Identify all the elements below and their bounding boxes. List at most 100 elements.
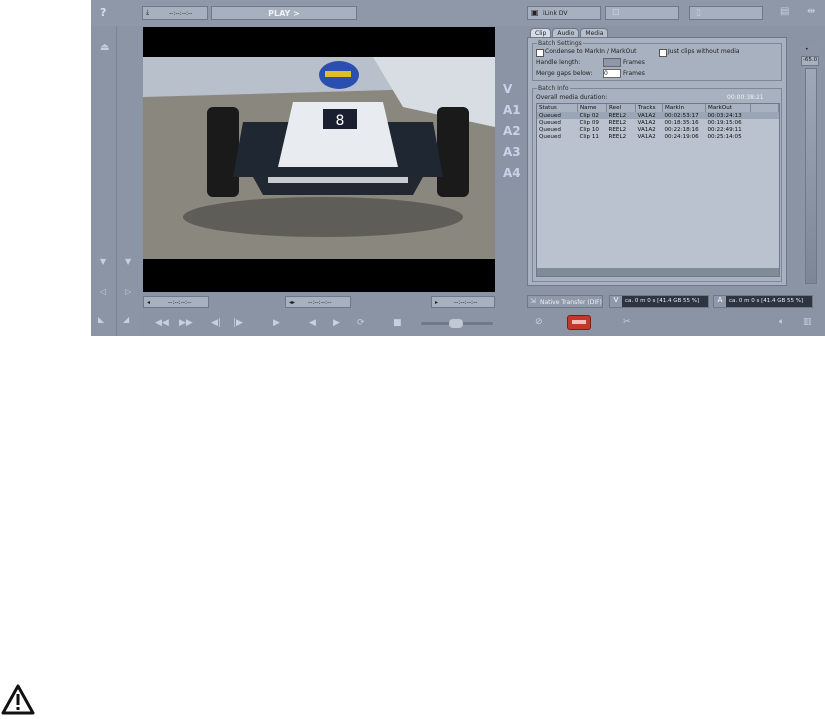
stop-icon[interactable]: ■: [393, 319, 402, 328]
camera-icon: ⊡: [612, 8, 620, 18]
duration-label: Overall media duration:: [536, 94, 608, 101]
timecode-start-value: --:--:--:--: [168, 299, 192, 306]
track-a1[interactable]: A1: [503, 103, 525, 124]
tape-icon: ▯: [696, 8, 701, 18]
track-a2[interactable]: A2: [503, 124, 525, 145]
play-icon[interactable]: ▶: [273, 319, 280, 328]
meter-level-readout: -65.0: [801, 56, 819, 66]
timecode-end-value: --:--:--:--: [454, 299, 478, 306]
merge-gaps-label: Merge gaps below:: [536, 70, 593, 77]
column-status[interactable]: Status: [537, 104, 578, 112]
capture-window: ? ⤓ --:--:--:-- PLAY > ▣ iLink DV ⊡ ▯ ▤ …: [91, 0, 825, 336]
column-markout[interactable]: MarkOut: [705, 104, 751, 112]
video-preview: 8: [143, 27, 495, 292]
loop-icon[interactable]: ⟳: [357, 319, 365, 328]
mark-out-icon[interactable]: ◢: [123, 316, 129, 324]
timecode-mid-value: --:--:--:--: [308, 299, 332, 306]
record-button[interactable]: [567, 315, 591, 330]
down-arrow-icon[interactable]: ▼: [125, 258, 131, 266]
cell-reel: REEL2: [608, 126, 627, 133]
transfer-mode-label: Native Transfer (DIF): [540, 299, 602, 306]
eject-icon[interactable]: ⏏: [100, 43, 109, 53]
video-space-info: ca. 0 m 0 s [41.4 GB 55 %]: [625, 298, 700, 304]
rewind-icon[interactable]: ◀◀: [155, 319, 169, 328]
timecode-mid-field[interactable]: ◂▸ --:--:--:--: [285, 296, 351, 308]
timecode-in-field[interactable]: ⤓ --:--:--:--: [142, 6, 208, 20]
settings-arrows-icon[interactable]: ⇹: [807, 7, 815, 17]
transfer-mode-field[interactable]: ⇲ Native Transfer (DIF): [527, 295, 603, 308]
timecode-start-field[interactable]: ◂ --:--:--:--: [143, 296, 209, 308]
device-option-3[interactable]: ▯: [689, 6, 763, 20]
speaker-icon[interactable]: 🔈︎: [779, 318, 784, 327]
column-markin[interactable]: MarkIn: [662, 104, 706, 112]
table-row[interactable]: Queued Clip 09 REEL2 VA1A2 00:18:35:16 0…: [537, 119, 779, 126]
help-icon[interactable]: ?: [100, 7, 106, 18]
audio-space-info: ca. 0 m 0 s [41.4 GB 55 %]: [729, 298, 804, 304]
cell-tracks: VA1A2: [635, 112, 663, 119]
handle-length-input[interactable]: [603, 58, 621, 67]
frame-back-icon[interactable]: ◀|: [211, 319, 221, 328]
batch-table: Status Name Reel Tracks MarkIn MarkOut Q…: [537, 104, 779, 140]
jog-forward-icon[interactable]: ▶: [333, 319, 340, 328]
merge-gaps-input[interactable]: 0: [603, 69, 621, 78]
column-reel[interactable]: Reel: [606, 104, 636, 112]
jog-back-icon[interactable]: ◀: [309, 319, 316, 328]
frame-forward-icon[interactable]: |▶: [233, 319, 243, 328]
cut-icon[interactable]: ✂: [623, 318, 631, 327]
cell-status: Queued: [539, 126, 561, 133]
fast-forward-icon[interactable]: ▶▶: [179, 319, 193, 328]
meter-dot: •: [805, 46, 809, 53]
device-label: iLink DV: [543, 10, 568, 17]
table-row[interactable]: Queued Clip 02 REEL2 VA1A2 00:02:53:17 0…: [537, 112, 779, 119]
cell-name: Clip 09: [579, 119, 599, 126]
list-footer-bar: [537, 268, 779, 276]
condense-label: Condense to MarkIn / MarkOut: [545, 48, 637, 55]
shuttle-slider-handle[interactable]: [449, 319, 463, 328]
video-space-label: V: [610, 296, 622, 307]
mode-label: PLAY >: [268, 9, 300, 18]
step-back-icon[interactable]: ◁: [100, 288, 106, 296]
track-labels: V A1 A2 A3 A4: [503, 82, 525, 192]
meter-settings-icon[interactable]: ▥: [803, 318, 812, 327]
condense-checkbox[interactable]: [536, 49, 544, 57]
cell-markout: 00:19:15:06: [707, 119, 742, 126]
table-row[interactable]: Queued Clip 11 REEL2 VA1A2 00:24:19:06 0…: [537, 133, 779, 140]
cell-reel: REEL2: [608, 119, 627, 126]
audio-space-field: A ca. 0 m 0 s [41.4 GB 55 %]: [713, 295, 813, 308]
handle-length-label: Handle length:: [536, 59, 581, 66]
clip-icon[interactable]: ⊘: [535, 318, 543, 327]
svg-text:8: 8: [336, 113, 345, 129]
timecode-in-value: --:--:--:--: [169, 10, 193, 17]
track-a4[interactable]: A4: [503, 166, 525, 187]
audio-level-meter: • -65.0: [801, 46, 821, 286]
device-option-2[interactable]: ⊡: [605, 6, 679, 20]
column-name[interactable]: Name: [577, 104, 607, 112]
duration-value: 00:00:38:21: [727, 94, 764, 101]
cell-tracks: VA1A2: [637, 133, 656, 140]
batch-list[interactable]: Status Name Reel Tracks MarkIn MarkOut Q…: [536, 103, 780, 277]
column-tracks[interactable]: Tracks: [635, 104, 663, 112]
shuttle-slider[interactable]: [421, 319, 493, 328]
table-header-row: Status Name Reel Tracks MarkIn MarkOut: [537, 104, 779, 112]
handle-length-unit: Frames: [623, 59, 645, 66]
cell-markin: 00:18:35:16: [664, 119, 699, 126]
table-row[interactable]: Queued Clip 10 REEL2 VA1A2 00:22:18:16 0…: [537, 126, 779, 133]
step-forward-icon[interactable]: ▷: [125, 288, 131, 296]
batch-info-title: Batch Info: [537, 85, 570, 92]
timecode-end-field[interactable]: ▸ --:--:--:--: [431, 296, 495, 308]
rewind-small-icon: ◂: [147, 299, 151, 306]
column-spacer: [750, 104, 779, 112]
merge-gaps-unit: Frames: [623, 70, 645, 77]
down-triangle-icon[interactable]: ▼: [100, 258, 106, 266]
device-select[interactable]: ▣ iLink DV: [527, 6, 601, 20]
just-clips-checkbox[interactable]: [659, 49, 667, 57]
save-icon[interactable]: ▤: [780, 7, 789, 17]
track-v[interactable]: V: [503, 82, 525, 103]
video-space-field: V ca. 0 m 0 s [41.4 GB 55 %]: [609, 295, 709, 308]
cell-reel: REEL2: [606, 112, 636, 119]
cell-status: Queued: [539, 119, 561, 126]
mark-in-icon[interactable]: ◣: [98, 316, 104, 324]
track-a3[interactable]: A3: [503, 145, 525, 166]
audio-space-label: A: [714, 296, 726, 307]
cell-markin: 00:24:19:06: [664, 133, 699, 140]
